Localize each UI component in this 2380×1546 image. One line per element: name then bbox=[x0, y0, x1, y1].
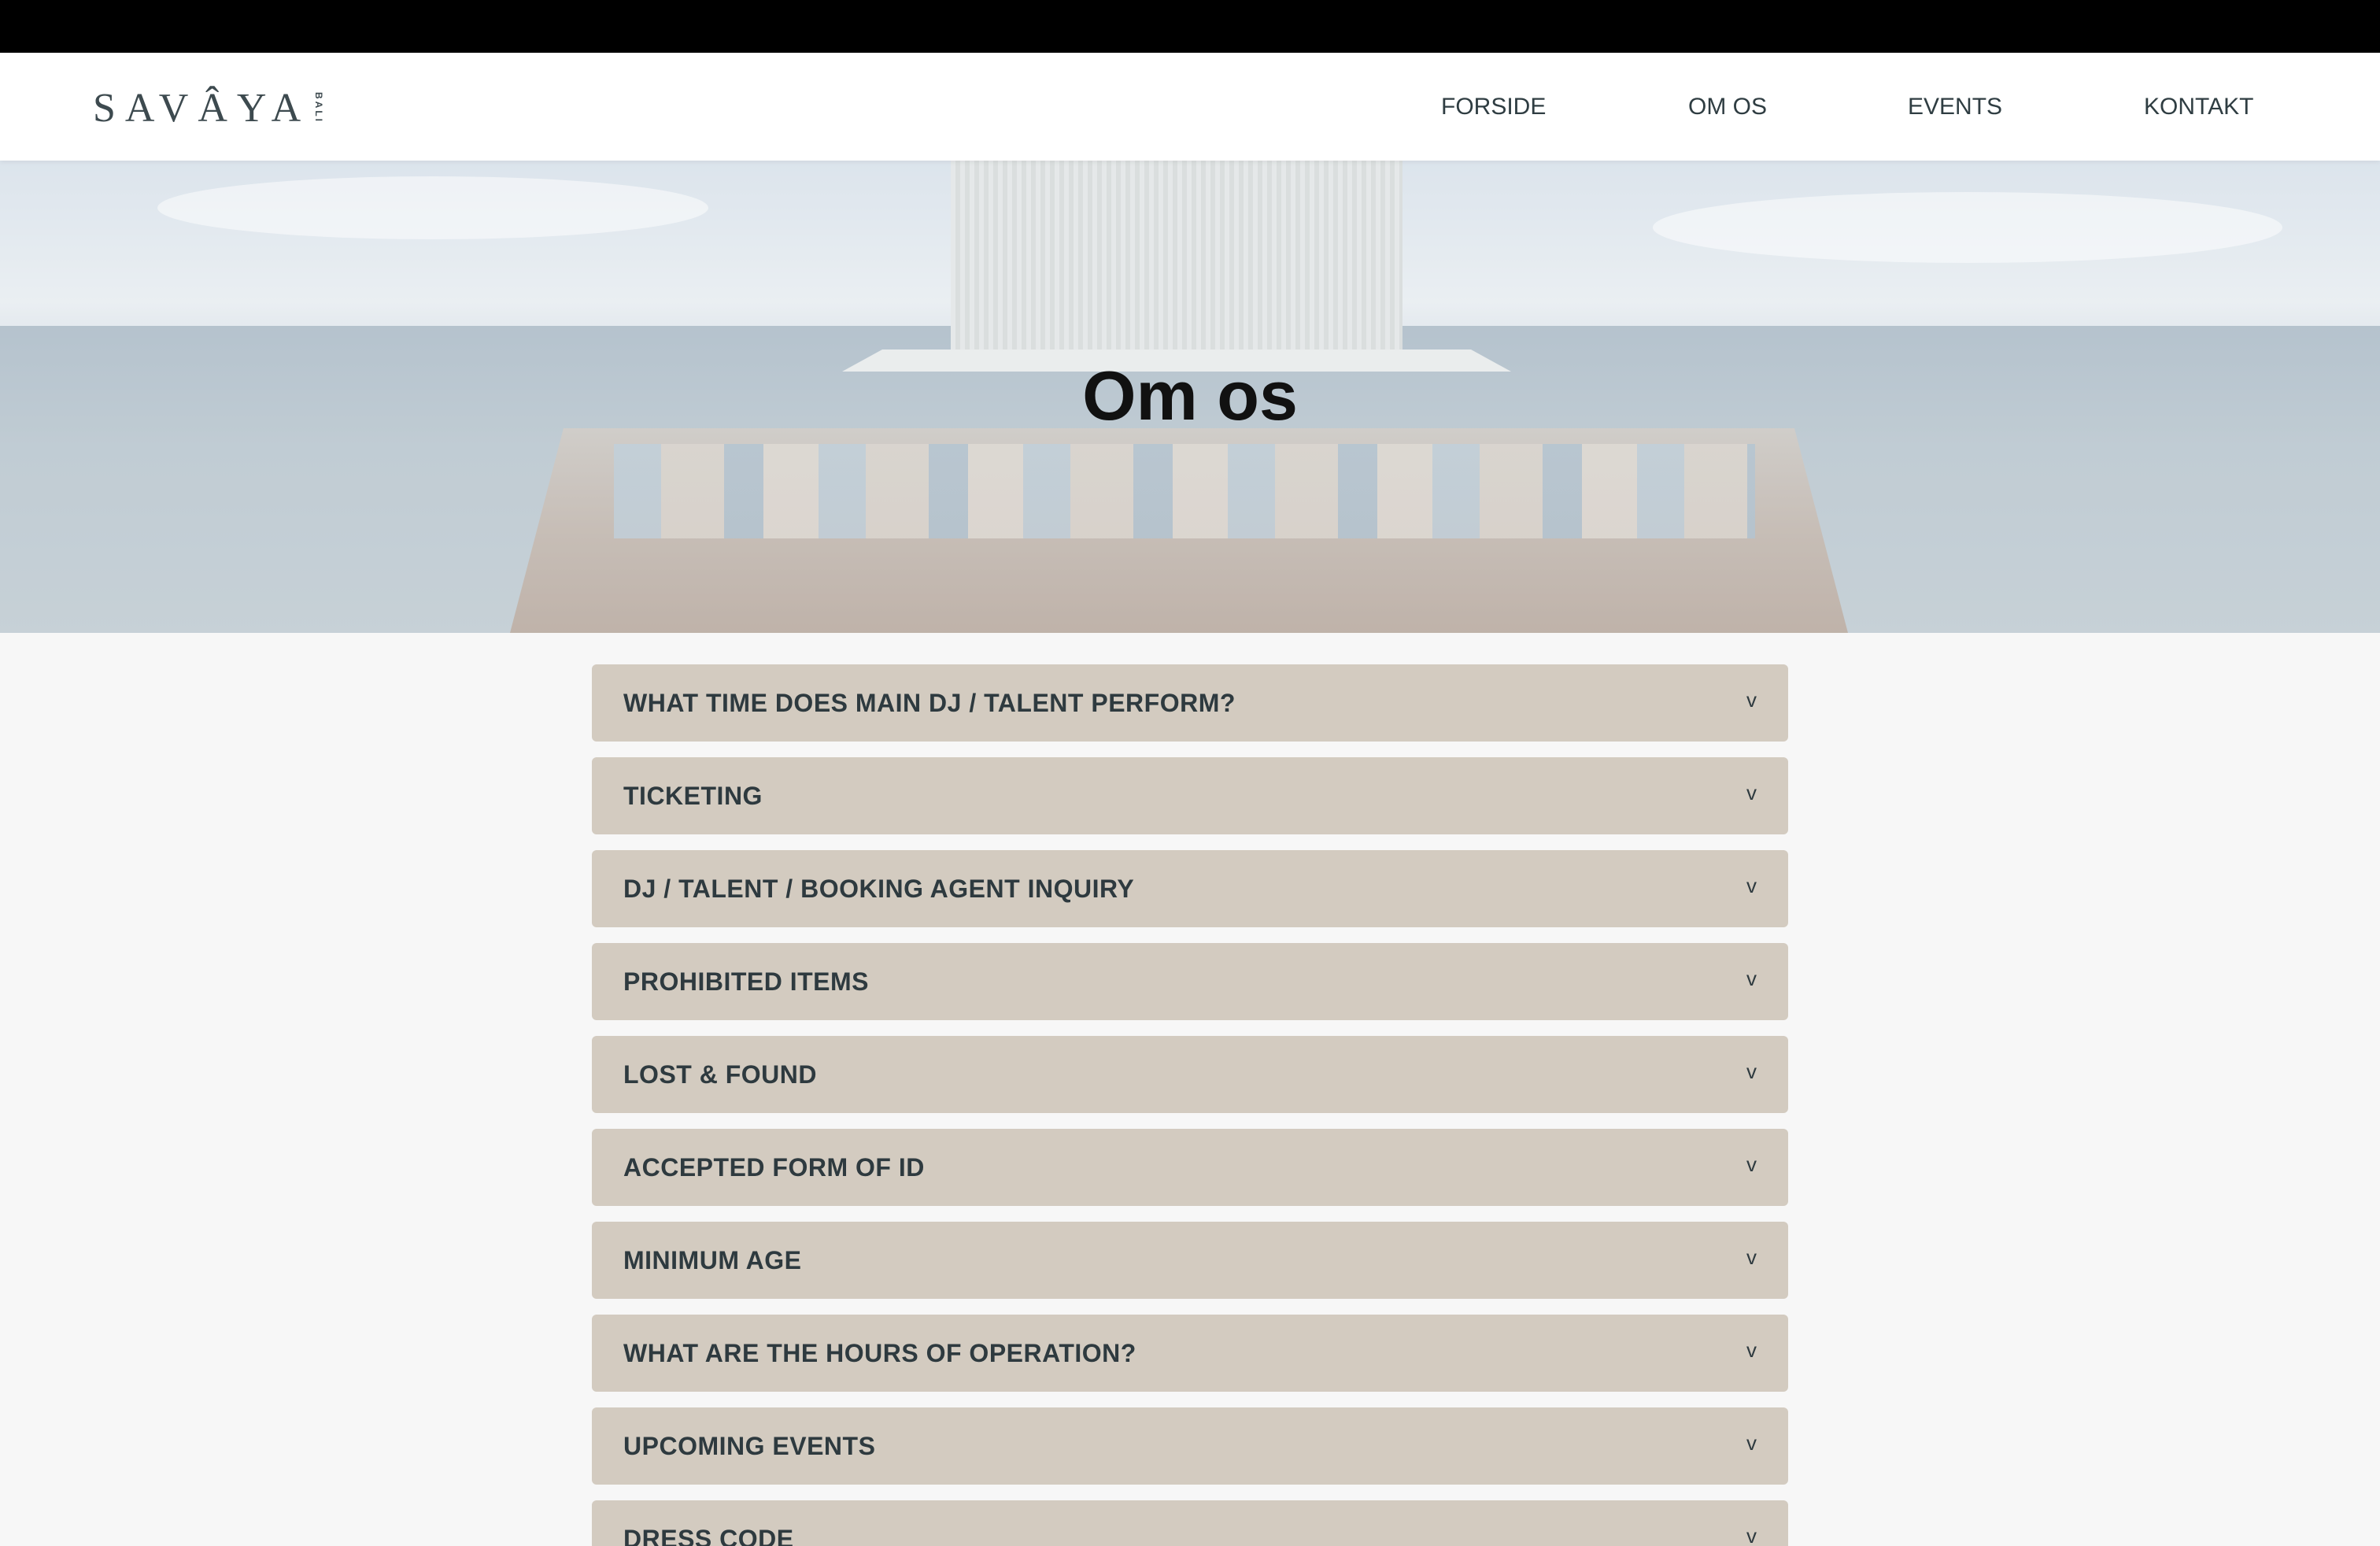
faq-question: PROHIBITED ITEMS bbox=[623, 967, 870, 996]
chevron-down-icon: v bbox=[1746, 781, 1757, 804]
page-title: Om os bbox=[1082, 357, 1298, 435]
faq-item-lost-found[interactable]: LOST & FOUND v bbox=[592, 1036, 1788, 1113]
faq-item-upcoming-events[interactable]: UPCOMING EVENTS v bbox=[592, 1407, 1788, 1485]
chevron-down-icon: v bbox=[1746, 1431, 1757, 1455]
chevron-down-icon: v bbox=[1746, 967, 1757, 990]
savaya-logo[interactable]: SAVÂYA BALI bbox=[93, 84, 324, 131]
faq-question: UPCOMING EVENTS bbox=[623, 1432, 876, 1460]
chevron-down-icon: v bbox=[1746, 1245, 1757, 1269]
logo-wordmark: SAVÂYA bbox=[93, 85, 311, 131]
logo-subtext: BALI bbox=[313, 92, 325, 124]
faq-question: TICKETING bbox=[623, 782, 763, 810]
faq-question: WHAT ARE THE HOURS OF OPERATION? bbox=[623, 1339, 1136, 1367]
top-black-bar bbox=[0, 0, 2380, 53]
nav-link-kontakt[interactable]: KONTAKT bbox=[2144, 94, 2253, 120]
chevron-down-icon: v bbox=[1746, 688, 1757, 712]
faq-question: WHAT TIME DOES MAIN DJ / TALENT PERFORM? bbox=[623, 689, 1236, 717]
nav-link-om-os[interactable]: OM OS bbox=[1688, 94, 1767, 120]
nav-link-events[interactable]: EVENTS bbox=[1908, 94, 2002, 120]
faq-item-booking-inquiry[interactable]: DJ / TALENT / BOOKING AGENT INQUIRY v bbox=[592, 850, 1788, 927]
nav-link-forside[interactable]: FORSIDE bbox=[1441, 94, 1546, 120]
hero-banner: Om os bbox=[0, 161, 2380, 633]
site-header: SAVÂYA BALI FORSIDE OM OS EVENTS KONTAKT bbox=[0, 53, 2380, 161]
faq-question: ACCEPTED FORM OF ID bbox=[623, 1153, 925, 1182]
faq-question: LOST & FOUND bbox=[623, 1060, 817, 1089]
faq-question: DRESS CODE bbox=[623, 1525, 794, 1546]
faq-question: DJ / TALENT / BOOKING AGENT INQUIRY bbox=[623, 875, 1135, 903]
chevron-down-icon: v bbox=[1746, 1152, 1757, 1176]
faq-item-accepted-id[interactable]: ACCEPTED FORM OF ID v bbox=[592, 1129, 1788, 1206]
faq-question: MINIMUM AGE bbox=[623, 1246, 802, 1274]
faq-item-dj-time[interactable]: WHAT TIME DOES MAIN DJ / TALENT PERFORM?… bbox=[592, 664, 1788, 742]
faq-accordion: WHAT TIME DOES MAIN DJ / TALENT PERFORM?… bbox=[592, 664, 1788, 1546]
faq-item-dress-code[interactable]: DRESS CODE v bbox=[592, 1500, 1788, 1546]
chevron-down-icon: v bbox=[1746, 1060, 1757, 1083]
faq-item-ticketing[interactable]: TICKETING v bbox=[592, 757, 1788, 834]
chevron-down-icon: v bbox=[1746, 1338, 1757, 1362]
faq-item-prohibited-items[interactable]: PROHIBITED ITEMS v bbox=[592, 943, 1788, 1020]
faq-item-minimum-age[interactable]: MINIMUM AGE v bbox=[592, 1222, 1788, 1299]
chevron-down-icon: v bbox=[1746, 874, 1757, 897]
chevron-down-icon: v bbox=[1746, 1524, 1757, 1546]
faq-item-hours[interactable]: WHAT ARE THE HOURS OF OPERATION? v bbox=[592, 1315, 1788, 1392]
